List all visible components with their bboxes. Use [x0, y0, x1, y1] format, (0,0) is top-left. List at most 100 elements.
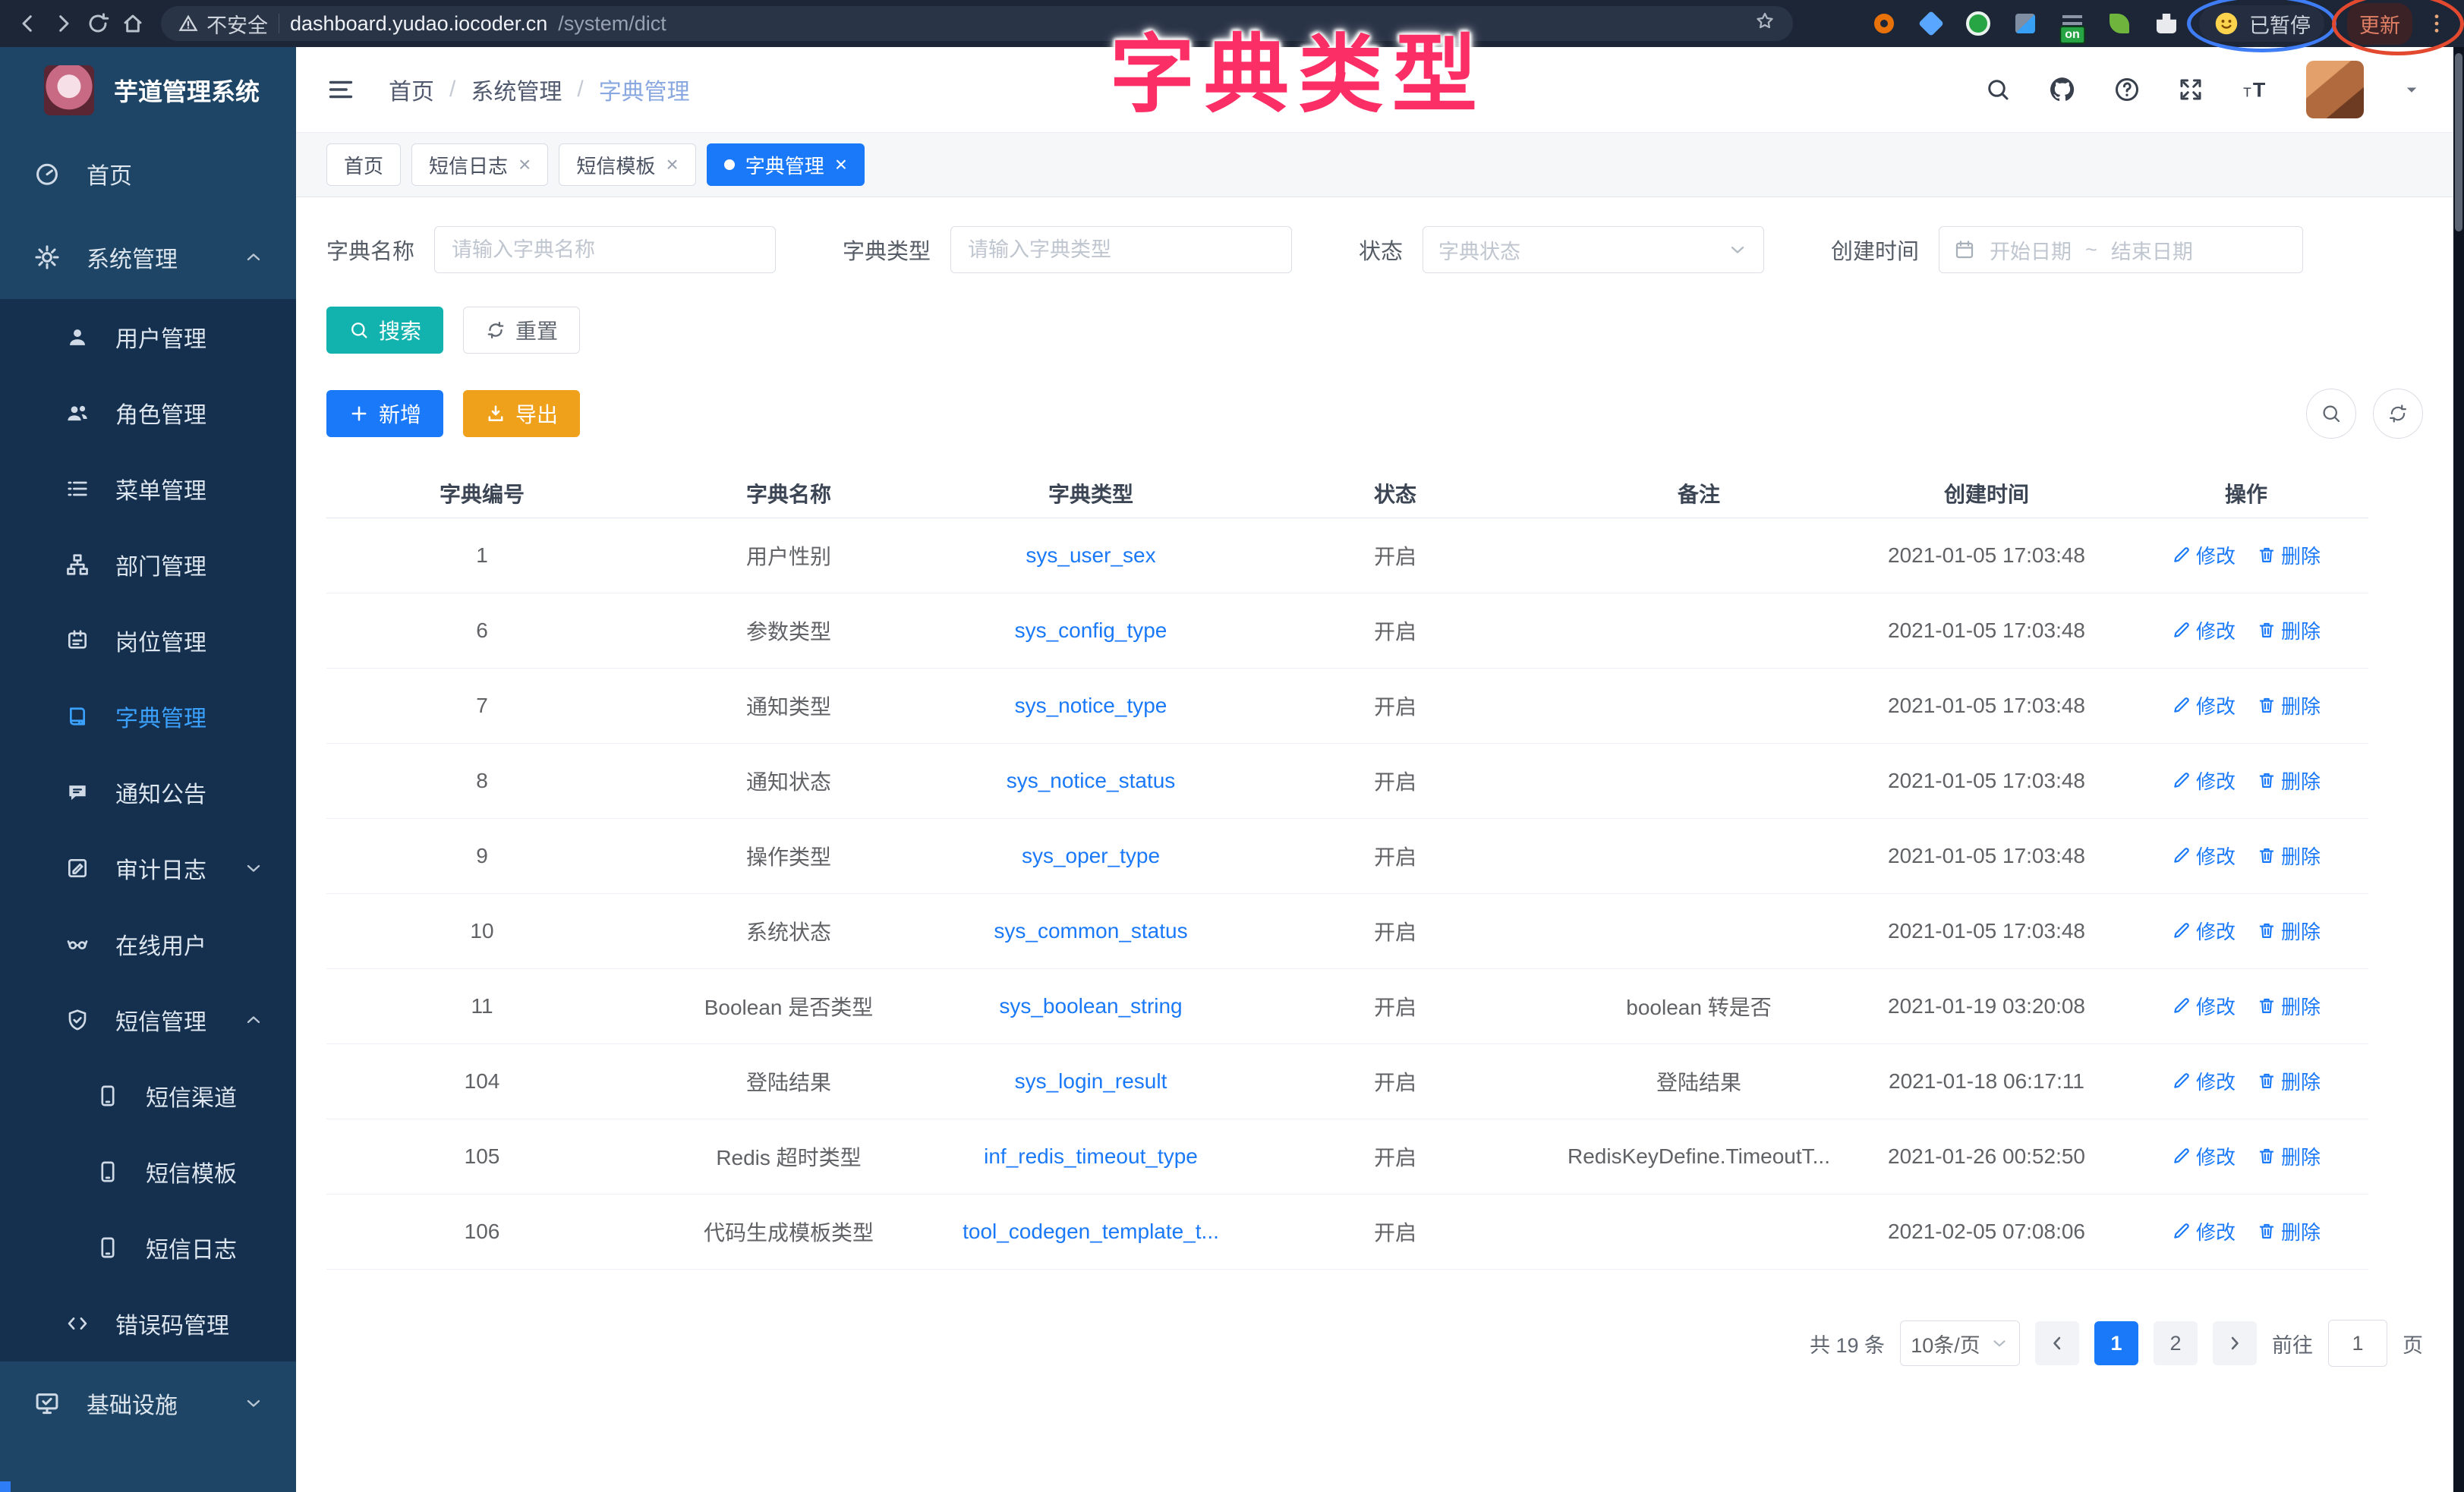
hide-search-button[interactable] [2306, 389, 2356, 439]
github-icon[interactable] [2048, 75, 2077, 104]
date-range-picker[interactable]: 开始日期 ~ 结束日期 [1939, 226, 2303, 273]
sidebar-item-通知公告[interactable]: 通知公告 [0, 754, 296, 830]
edit-link[interactable]: 修改 [2172, 1067, 2236, 1095]
sidebar-item-系统管理[interactable]: 系统管理 [0, 216, 296, 299]
profile-paused-chip[interactable]: 已暂停 [2199, 5, 2324, 42]
browser-menu-icon[interactable] [2425, 11, 2449, 36]
sidebar-item-错误码管理[interactable]: 错误码管理 [0, 1286, 296, 1361]
tab-首页[interactable]: 首页 [326, 143, 401, 186]
delete-link[interactable]: 删除 [2257, 766, 2321, 795]
breadcrumb-system[interactable]: 系统管理 [471, 73, 562, 106]
edit-link[interactable]: 修改 [2172, 992, 2236, 1020]
sidebar-item-字典管理[interactable]: 字典管理 [0, 678, 296, 754]
edit-link[interactable]: 修改 [2172, 1217, 2236, 1245]
browser-back-icon[interactable] [11, 6, 46, 41]
sidebar-item-短信渠道[interactable]: 短信渠道 [0, 1058, 296, 1134]
add-button[interactable]: 新增 [326, 390, 443, 437]
bookmark-star-icon[interactable] [1753, 10, 1776, 38]
delete-link[interactable]: 删除 [2257, 1142, 2321, 1170]
close-icon[interactable]: × [835, 153, 847, 177]
export-button[interactable]: 导出 [463, 390, 580, 437]
reset-button[interactable]: 重置 [463, 307, 580, 354]
dict-type-link[interactable]: inf_redis_timeout_type [984, 1144, 1198, 1168]
browser-update-button[interactable]: 更新 [2347, 3, 2412, 45]
page-button-2[interactable]: 2 [2154, 1321, 2198, 1365]
dict-type-input[interactable] [950, 226, 1292, 273]
tab-短信模板[interactable]: 短信模板× [559, 143, 695, 186]
status-select[interactable]: 字典状态 [1423, 226, 1764, 273]
chevron-down-icon[interactable] [2400, 78, 2423, 101]
goto-page-input[interactable] [2328, 1320, 2387, 1367]
extension-icon[interactable] [2105, 9, 2134, 38]
sidebar-item-用户管理[interactable]: 用户管理 [0, 299, 296, 375]
sidebar-item-审计日志[interactable]: 审计日志 [0, 830, 296, 906]
edit-link[interactable]: 修改 [2172, 842, 2236, 870]
scrollbar-thumb[interactable] [2455, 53, 2462, 231]
sidebar-item-基础设施[interactable]: 基础设施 [0, 1361, 296, 1445]
browser-home-icon[interactable] [115, 6, 150, 41]
page-button-1[interactable]: 1 [2094, 1321, 2138, 1365]
sidebar-item-在线用户[interactable]: 在线用户 [0, 906, 296, 982]
browser-forward-icon[interactable] [46, 6, 80, 41]
delete-link[interactable]: 删除 [2257, 1217, 2321, 1245]
delete-link[interactable]: 删除 [2257, 541, 2321, 569]
extension-icon[interactable]: on [2058, 9, 2087, 38]
extension-icon[interactable] [2011, 9, 2040, 38]
sidebar-item-首页[interactable]: 首页 [0, 132, 296, 216]
prev-page-button[interactable] [2035, 1321, 2079, 1365]
edit-link[interactable]: 修改 [2172, 766, 2236, 795]
scrollbar[interactable] [2453, 47, 2464, 1492]
dict-type-link[interactable]: sys_oper_type [1022, 844, 1160, 867]
dict-type-link[interactable]: sys_config_type [1015, 619, 1167, 642]
sidebar-item-菜单管理[interactable]: 菜单管理 [0, 451, 296, 527]
edit-link[interactable]: 修改 [2172, 541, 2236, 569]
dict-type-link[interactable]: sys_user_sex [1026, 543, 1155, 567]
dict-type-link[interactable]: sys_notice_status [1007, 769, 1176, 792]
sidebar-item-短信模板[interactable]: 短信模板 [0, 1134, 296, 1210]
edit-link[interactable]: 修改 [2172, 616, 2236, 644]
dict-type-link[interactable]: sys_notice_type [1015, 694, 1167, 717]
edit-link[interactable]: 修改 [2172, 691, 2236, 719]
sidebar-item-短信管理[interactable]: 短信管理 [0, 982, 296, 1058]
delete-link[interactable]: 删除 [2257, 842, 2321, 870]
search-icon[interactable] [1984, 76, 2012, 103]
tab-短信日志[interactable]: 短信日志× [411, 143, 548, 186]
dict-type-link[interactable]: sys_boolean_string [999, 994, 1182, 1018]
refresh-table-button[interactable] [2373, 389, 2423, 439]
extension-icon[interactable] [1964, 9, 1993, 38]
browser-reload-icon[interactable] [80, 6, 115, 41]
dict-remark [1549, 669, 1849, 744]
sidebar-item-短信日志[interactable]: 短信日志 [0, 1210, 296, 1286]
search-button[interactable]: 搜索 [326, 307, 443, 354]
url-bar[interactable]: 不安全 dashboard.yudao.iocoder.cn/system/di… [161, 6, 1793, 41]
delete-link[interactable]: 删除 [2257, 917, 2321, 945]
close-icon[interactable]: × [666, 153, 678, 177]
edit-link[interactable]: 修改 [2172, 917, 2236, 945]
delete-link[interactable]: 删除 [2257, 691, 2321, 719]
help-icon[interactable] [2113, 76, 2141, 103]
sidebar-item-岗位管理[interactable]: 岗位管理 [0, 603, 296, 678]
next-page-button[interactable] [2213, 1321, 2257, 1365]
extension-icon[interactable] [1917, 9, 1946, 38]
breadcrumb-home[interactable]: 首页 [389, 73, 434, 106]
delete-link[interactable]: 删除 [2257, 992, 2321, 1020]
sidebar-item-角色管理[interactable]: 角色管理 [0, 375, 296, 451]
sidebar-item-部门管理[interactable]: 部门管理 [0, 527, 296, 603]
hamburger-icon[interactable] [326, 75, 355, 104]
tab-字典管理[interactable]: 字典管理× [707, 143, 865, 186]
text-size-icon[interactable]: TT [2241, 75, 2270, 104]
extension-icon[interactable] [2152, 9, 2181, 38]
dict-type-link[interactable]: sys_common_status [994, 919, 1187, 943]
edit-link[interactable]: 修改 [2172, 1142, 2236, 1170]
dict-table: 字典编号字典名称字典类型状态备注创建时间操作 1用户性别sys_user_sex… [326, 469, 2368, 1270]
user-avatar[interactable] [2306, 61, 2364, 118]
dict-type-link[interactable]: sys_login_result [1015, 1069, 1167, 1093]
delete-link[interactable]: 删除 [2257, 1067, 2321, 1095]
page-size-select[interactable]: 10条/页 [1900, 1320, 2020, 1366]
extension-icon[interactable] [1870, 9, 1898, 38]
fullscreen-icon[interactable] [2177, 76, 2204, 103]
delete-link[interactable]: 删除 [2257, 616, 2321, 644]
dict-type-link[interactable]: tool_codegen_template_t... [963, 1220, 1219, 1243]
dict-name-input[interactable] [434, 226, 776, 273]
close-icon[interactable]: × [518, 153, 531, 177]
